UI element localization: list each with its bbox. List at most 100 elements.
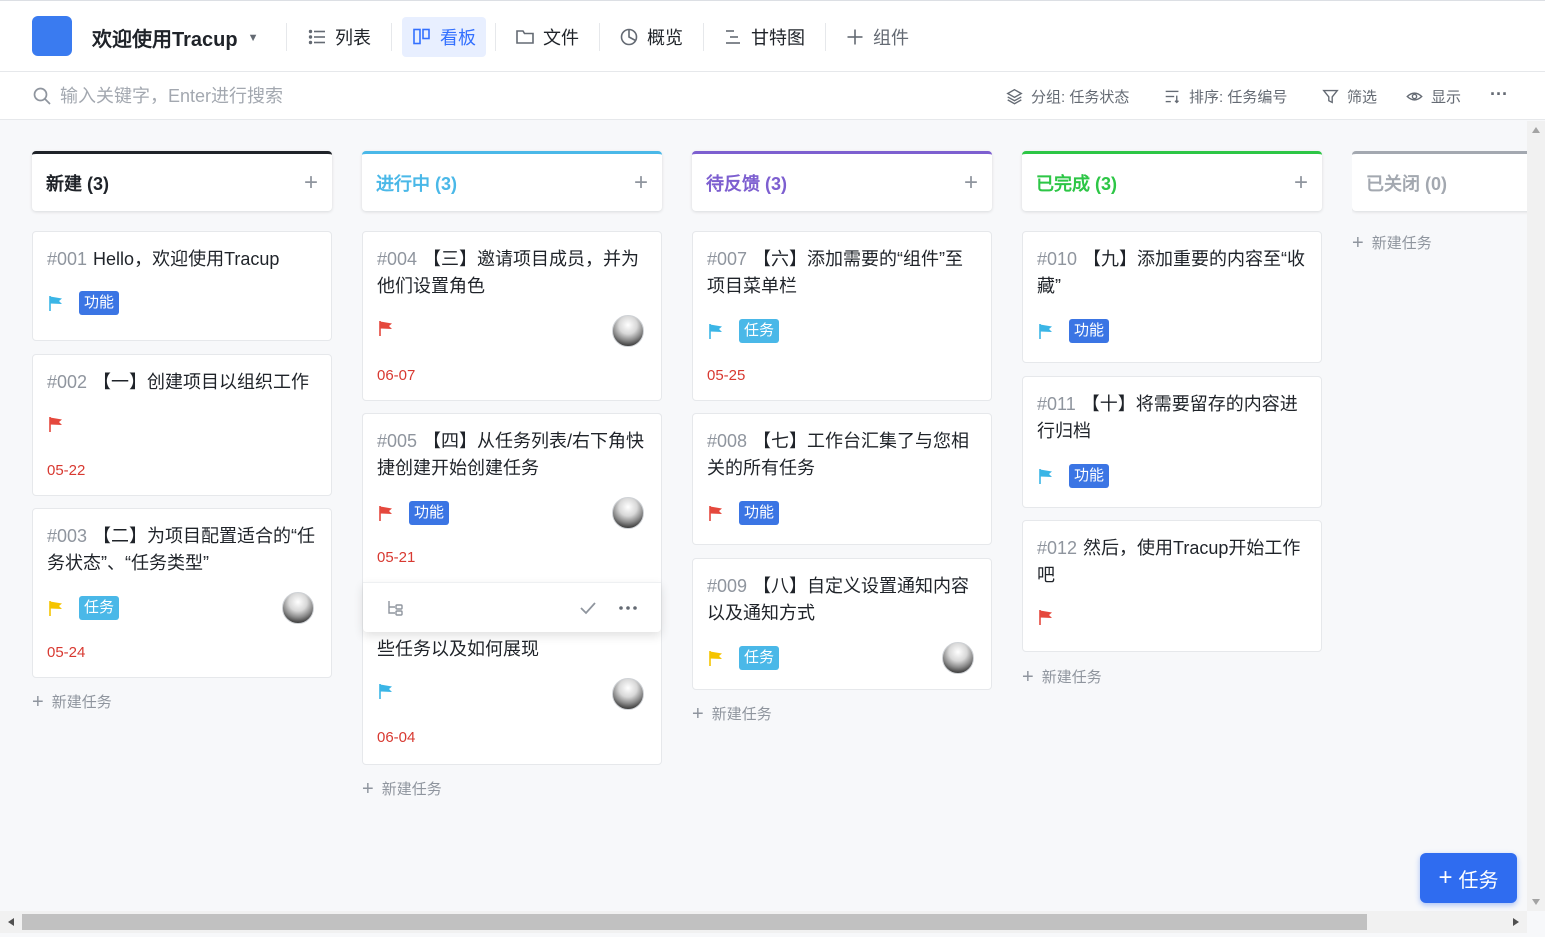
pie-icon — [620, 28, 638, 46]
flag-icon[interactable] — [707, 322, 725, 340]
search-input[interactable] — [60, 82, 660, 110]
scroll-down-arrow-icon[interactable] — [1532, 899, 1540, 905]
task-title: #011 【十】将需要留存的内容进行归档 — [1037, 394, 1298, 441]
column-closed: 已关闭 (0) + 新建任务 — [1352, 151, 1527, 271]
task-meta: 任务 — [47, 596, 120, 620]
task-card-012[interactable]: #012 然后，使用Tracup开始工作吧 — [1022, 520, 1322, 652]
type-tag: 功能 — [739, 501, 780, 525]
column-header: 已关闭 (0) — [1352, 151, 1527, 211]
task-title: #012 然后，使用Tracup开始工作吧 — [1037, 538, 1301, 585]
tab-overview[interactable]: 概览 — [609, 17, 693, 57]
task-meta: 功能 — [47, 291, 120, 315]
new-task-button[interactable]: + 新建任务 — [1022, 666, 1102, 687]
task-card-001[interactable]: #001 Hello，欢迎使用Tracup 功能 — [32, 231, 332, 341]
new-task-button[interactable]: + 新建任务 — [362, 778, 442, 799]
add-task-icon[interactable]: + — [304, 170, 318, 195]
project-switcher[interactable]: 欢迎使用Tracup ▼ — [92, 23, 258, 52]
column-title: 待反馈 (3) — [706, 173, 787, 194]
flag-icon[interactable] — [47, 599, 65, 617]
flag-icon[interactable] — [1037, 608, 1055, 626]
avatar[interactable] — [942, 642, 974, 674]
task-meta — [47, 415, 65, 433]
vertical-scrollbar[interactable] — [1527, 121, 1545, 911]
tab-files[interactable]: 文件 — [505, 17, 589, 57]
new-task-button[interactable]: + 新建任务 — [1352, 232, 1432, 253]
task-card-003[interactable]: #003 【二】为项目配置适合的“任务状态”、“任务类型” 任务 05-24 — [32, 508, 332, 678]
divider — [391, 23, 392, 51]
subtask-icon[interactable] — [385, 597, 407, 619]
type-tag: 功能 — [79, 291, 120, 315]
tab-gantt[interactable]: 甘特图 — [713, 17, 815, 57]
flag-icon[interactable] — [47, 294, 65, 312]
avatar[interactable] — [612, 315, 644, 347]
avatar[interactable] — [612, 678, 644, 710]
search-icon — [33, 87, 51, 105]
layers-icon — [1006, 88, 1023, 105]
tab-list[interactable]: 列表 — [297, 17, 381, 57]
flag-icon[interactable] — [1037, 467, 1055, 485]
plus-icon: + — [1438, 864, 1453, 891]
task-card-011[interactable]: #011 【十】将需要留存的内容进行归档 功能 — [1022, 376, 1322, 508]
scrollbar-thumb[interactable] — [22, 914, 1367, 930]
task-card-009[interactable]: #009 【八】自定义设置通知内容以及通知方式 任务 — [692, 558, 992, 690]
more-icon[interactable] — [617, 597, 639, 619]
complete-check-icon[interactable] — [577, 597, 599, 619]
add-task-icon[interactable]: + — [964, 170, 978, 195]
scroll-up-arrow-icon[interactable] — [1532, 127, 1540, 133]
divider — [703, 23, 704, 51]
due-date: 05-22 — [47, 462, 86, 479]
more-icon: ··· — [1490, 83, 1508, 104]
flag-icon[interactable] — [377, 682, 395, 700]
task-title: #008 【七】工作台汇集了与您相关的所有任务 — [707, 431, 970, 478]
column-header: 新建 (3) + — [32, 151, 332, 211]
tab-board[interactable]: 看板 — [402, 17, 486, 57]
task-title: #009 【八】自定义设置通知内容以及通知方式 — [707, 576, 970, 623]
new-task-button[interactable]: + 新建任务 — [692, 703, 772, 724]
create-task-button[interactable]: + 任务 — [1420, 853, 1517, 903]
flag-icon[interactable] — [707, 649, 725, 667]
scroll-right-arrow-icon[interactable] — [1513, 918, 1519, 926]
add-task-icon[interactable]: + — [634, 170, 648, 195]
task-title: #003 【二】为项目配置适合的“任务状态”、“任务类型” — [47, 526, 316, 573]
folder-icon — [516, 30, 534, 44]
due-date: 06-04 — [377, 729, 416, 746]
due-date: 06-07 — [377, 367, 416, 384]
task-card-004[interactable]: #004 【三】邀请项目成员，并为他们设置角色 06-07 — [362, 231, 662, 401]
new-task-button[interactable]: + 新建任务 — [32, 691, 112, 712]
plus-icon: + — [1022, 665, 1034, 688]
sort-button[interactable]: 排序: 任务编号 — [1164, 84, 1287, 108]
avatar[interactable] — [282, 592, 314, 624]
filter-button[interactable]: 筛选 — [1322, 84, 1377, 108]
more-options-button[interactable]: ··· — [1490, 82, 1508, 106]
card-hover-actions — [363, 582, 661, 632]
top-bar: 欢迎使用Tracup ▼ 列表 看板 文件 概览 甘特图 组件 — [0, 0, 1545, 72]
plus-icon: + — [32, 690, 44, 713]
task-card-007[interactable]: #007 【六】添加需要的“组件”至项目菜单栏 任务 05-25 — [692, 231, 992, 401]
horizontal-scrollbar[interactable] — [0, 911, 1527, 933]
plus-icon: + — [692, 702, 704, 725]
task-title: #001 Hello，欢迎使用Tracup — [47, 249, 280, 269]
scroll-left-arrow-icon[interactable] — [8, 918, 14, 926]
flag-icon[interactable] — [377, 319, 395, 337]
task-meta — [377, 319, 395, 337]
column-new: 新建 (3) + #001 Hello，欢迎使用Tracup 功能 #002 【一】… — [32, 151, 332, 712]
display-button[interactable]: 显示 — [1406, 84, 1461, 108]
flag-icon[interactable] — [377, 504, 395, 522]
tab-add-component[interactable]: 组件 — [835, 17, 919, 57]
task-card-005[interactable]: #005 【四】从任务列表/右下角快捷创建开始创建任务 功能 05-21 — [362, 413, 662, 583]
group-by-button[interactable]: 分组: 任务状态 — [1006, 84, 1129, 108]
add-task-icon[interactable]: + — [1294, 170, 1308, 195]
task-card-008[interactable]: #008 【七】工作台汇集了与您相关的所有任务 功能 — [692, 413, 992, 545]
avatar[interactable] — [612, 497, 644, 529]
kanban-board: 新建 (3) + #001 Hello，欢迎使用Tracup 功能 #002 【一】… — [0, 121, 1527, 911]
task-card-010[interactable]: #010 【九】添加重要的内容至“收藏” 功能 — [1022, 231, 1322, 363]
column-in-progress: 进行中 (3) + #004 【三】邀请项目成员，并为他们设置角色 06-07 些… — [362, 151, 662, 799]
flag-icon[interactable] — [707, 504, 725, 522]
type-tag: 功能 — [1069, 464, 1110, 488]
task-meta: 任务 — [707, 319, 780, 343]
task-title: #002 【一】创建项目以组织工作 — [47, 372, 310, 392]
task-card-002[interactable]: #002 【一】创建项目以组织工作 05-22 — [32, 354, 332, 496]
flag-icon[interactable] — [1037, 322, 1055, 340]
project-logo[interactable] — [32, 16, 72, 56]
flag-icon[interactable] — [47, 415, 65, 433]
